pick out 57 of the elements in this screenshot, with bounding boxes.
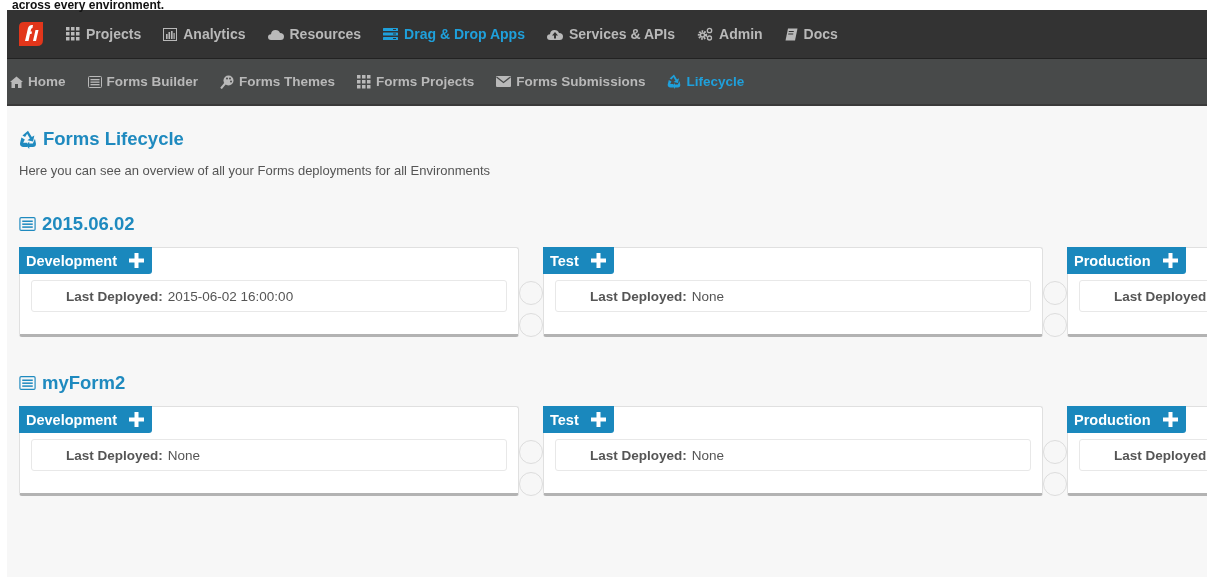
nav-link[interactable]: Forms Builder [87, 74, 199, 89]
plus-icon[interactable] [1162, 412, 1178, 427]
environment-name: Test [550, 411, 579, 428]
field-label: Last Deployed: [590, 288, 687, 304]
envelope-icon [496, 76, 512, 87]
server-stack-icon [383, 28, 399, 40]
form-name: 2015.06.02 [42, 213, 135, 235]
recycle-icon [19, 129, 37, 149]
nav-link[interactable]: Resources [267, 26, 362, 42]
nav-link[interactable]: Admin [697, 26, 763, 42]
nav-link[interactable]: Forms Themes [220, 74, 336, 89]
house-icon [10, 75, 23, 88]
list-icon [19, 217, 36, 231]
environment-name: Test [550, 252, 579, 269]
recycle-icon [667, 74, 682, 89]
form-name: myForm2 [42, 372, 126, 394]
nav-link[interactable]: Forms Submissions [496, 74, 646, 89]
page-description: Here you can see an overview of all your Forms deployments for all Environments [19, 163, 492, 178]
book-icon [784, 27, 798, 41]
field-value: 2015-06-02 16:00:00 [167, 288, 294, 304]
plus-icon[interactable] [129, 253, 145, 268]
nav-link[interactable]: Analytics [163, 26, 246, 42]
cloud-upload-icon [546, 28, 563, 40]
field-value: None [691, 288, 725, 304]
field-label: Last Deployed: [66, 447, 163, 463]
environment-name: Production [1074, 252, 1151, 269]
grid-icon [66, 27, 80, 41]
nav-link[interactable]: Drag & Drop Apps [383, 26, 525, 42]
grid-icon [357, 74, 372, 89]
list-icon [19, 376, 36, 390]
caption-text: across every environment. [11, 0, 166, 10]
logo-icon [19, 22, 43, 46]
plus-icon[interactable] [1162, 253, 1178, 268]
field-label: Last Deployed [1114, 288, 1207, 304]
nav-link[interactable]: Forms Projects [357, 74, 475, 89]
environment-name: Production [1074, 411, 1151, 428]
list-icon [87, 75, 102, 88]
nav-link[interactable]: Docs [784, 26, 838, 42]
gears-icon [697, 27, 714, 41]
page-title: Forms Lifecycle [43, 128, 184, 150]
plus-icon[interactable] [590, 253, 606, 268]
environment-name: Development [26, 411, 118, 428]
field-label: Last Deployed: [66, 288, 163, 304]
nav-link[interactable]: Projects [66, 26, 142, 42]
nav-link[interactable]: Lifecycle [667, 74, 745, 89]
bar-chart-icon [163, 27, 178, 41]
field-value: None [167, 447, 201, 463]
environment-name: Development [26, 252, 118, 269]
palette-icon [220, 74, 235, 89]
nav-link[interactable]: Services & APIs [546, 26, 676, 42]
cloud-icon [267, 28, 284, 40]
plus-icon[interactable] [590, 412, 606, 427]
nav-link[interactable]: Home [10, 74, 66, 89]
field-label: Last Deployed: [590, 447, 687, 463]
field-value: None [691, 447, 725, 463]
field-label: Last Deployed [1114, 447, 1207, 463]
plus-icon[interactable] [129, 412, 145, 427]
